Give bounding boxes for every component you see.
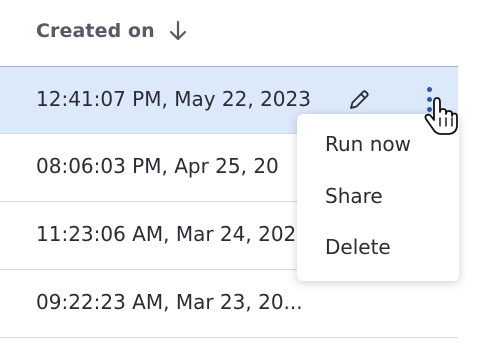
created-on-cell: 08:06:03 PM, Apr 25, 20 [36, 154, 279, 178]
menu-item-run-now[interactable]: Run now [325, 132, 411, 156]
arrow-down-icon[interactable] [168, 20, 188, 42]
created-on-cell: 09:22:23 AM, Mar 23, 20... [36, 290, 303, 314]
menu-item-delete[interactable]: Delete [325, 235, 391, 259]
hand-cursor-icon [424, 97, 458, 135]
column-header-created-on[interactable]: Created on [36, 20, 155, 42]
menu-item-share[interactable]: Share [325, 184, 383, 208]
created-on-cell: 11:23:06 AM, Mar 24, 202 [36, 222, 297, 246]
table-header: Created on [0, 0, 458, 67]
pencil-icon[interactable] [346, 87, 372, 113]
created-on-cell: 12:41:07 PM, May 22, 2023 [36, 87, 311, 111]
row-actions-menu: Run now Share Delete [297, 114, 459, 281]
